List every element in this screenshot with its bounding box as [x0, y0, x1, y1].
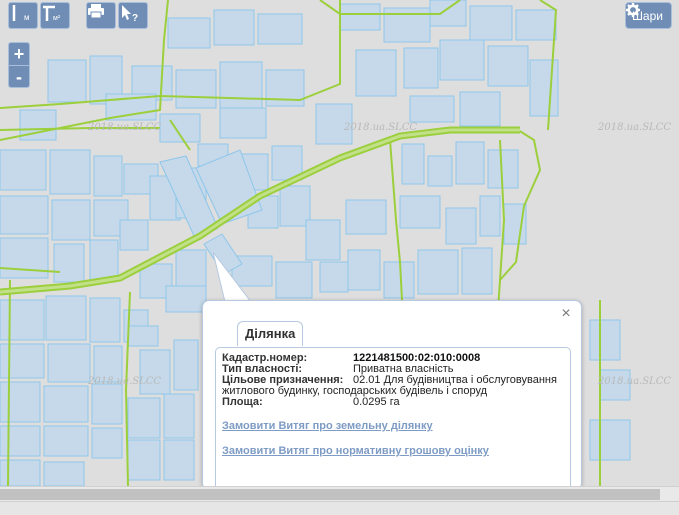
watermark: 2018.ua.SLCC [344, 122, 418, 133]
measure-length-button[interactable]: м [8, 2, 38, 29]
identify-question: ? [132, 13, 138, 23]
zoom-out-button[interactable]: - [9, 65, 29, 87]
order-land-extract-link[interactable]: Замовити Витяг про земельну ділянку [222, 420, 564, 432]
measure-area-unit: м² [53, 15, 61, 22]
zoom-in-button[interactable]: + [9, 43, 29, 65]
layers-button[interactable]: Шари [624, 2, 672, 29]
watermark: 2018.ua.SLCC [88, 376, 162, 387]
watermark: 2018.ua.SLCC [598, 376, 672, 387]
zoom-control: + - [8, 42, 30, 88]
order-valuation-extract-link[interactable]: Замовити Витяг про нормативну грошову оц… [222, 445, 564, 457]
gear-icon [625, 3, 640, 17]
area-row: Площа: 0.0295 га [222, 397, 564, 408]
popup-close-button[interactable]: × [559, 306, 573, 322]
watermark: 2018.ua.SLCC [598, 122, 672, 133]
parcel-info-popup: × Ділянка Кадастр.номер: 1221481500:02:0… [202, 300, 582, 495]
area-value: 0.0295 га [353, 396, 400, 408]
print-button[interactable] [86, 2, 116, 29]
area-label: Площа: [222, 396, 263, 408]
action-toolbar: ? [86, 2, 150, 29]
measure-toolbar: м м² [8, 2, 72, 29]
identify-icon: ? [122, 5, 138, 23]
horizontal-scrollbar[interactable] [0, 486, 679, 501]
purpose-row: Цільове призначення: 02.01 Для будівництв… [222, 375, 564, 397]
measure-length-icon: м [12, 5, 30, 22]
watermark: 2018.ua.SLCC [88, 122, 162, 133]
measure-area-button[interactable]: м² [40, 2, 70, 29]
measure-area-icon: м² [43, 5, 61, 22]
measure-length-unit: м [24, 13, 30, 22]
identify-button[interactable]: ? [118, 2, 148, 29]
parcel-details-panel: Кадастр.номер: 1221481500:02:010:0008 Ти… [215, 347, 571, 495]
status-bar [0, 501, 679, 515]
scrollbar-thumb[interactable] [0, 489, 660, 500]
popup-pointer [213, 252, 253, 303]
tab-parcel[interactable]: Ділянка [237, 321, 304, 346]
print-icon [88, 4, 104, 19]
